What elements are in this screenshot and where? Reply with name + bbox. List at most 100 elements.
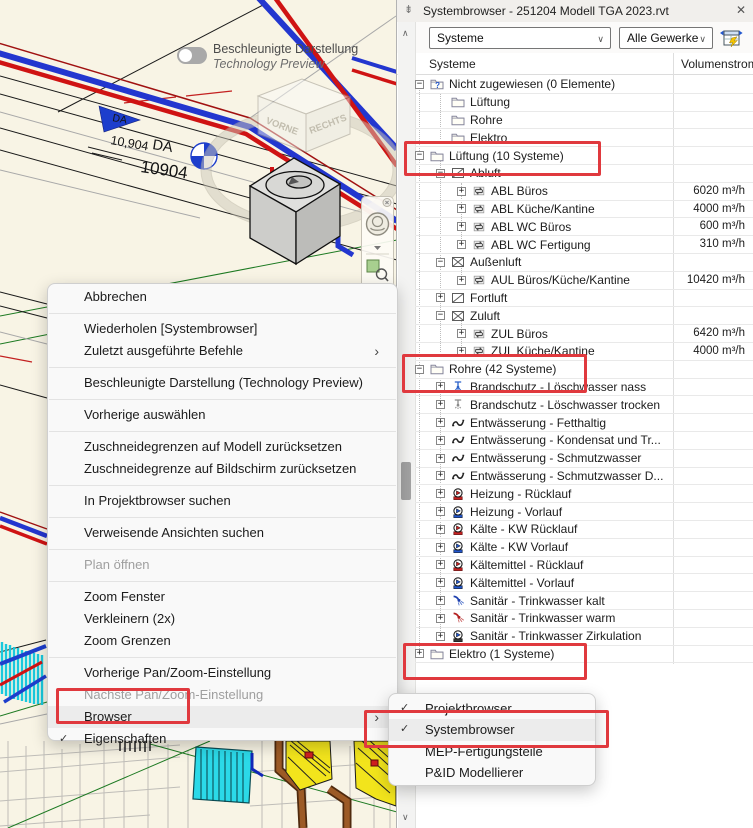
expand-icon[interactable]: + <box>457 204 466 213</box>
expand-icon[interactable]: + <box>436 418 445 427</box>
tree-row-zul-k-che-kantine[interactable]: +ZUL Küche/Kantine4000 m³/h <box>415 343 753 361</box>
menu-item-zoom-grenzen[interactable]: Zoom Grenzen <box>48 630 397 652</box>
accelerated-graphics-toggle[interactable] <box>177 47 207 64</box>
expand-icon[interactable]: + <box>436 489 445 498</box>
tree-row-abl-wc-b-ros[interactable]: +ABL WC Büros600 m³/h <box>415 218 753 236</box>
panel-titlebar[interactable]: ⇟ Systembrowser - 251204 Modell TGA 2023… <box>397 0 753 23</box>
tree-row-entw-sserung-schmutzwasser[interactable]: +Entwässerung - Schmutzwasser <box>415 450 753 468</box>
tree-row-aul-b-ros-k-che-kantine[interactable]: +AUL Büros/Küche/Kantine10420 m³/h <box>415 272 753 290</box>
menu-item-eigenschaften[interactable]: ✓Eigenschaften <box>48 728 397 750</box>
menu-item-verkleinern-2x[interactable]: Verkleinern (2x) <box>48 608 397 630</box>
tree-row-entw-sserung-fetthaltig[interactable]: +Entwässerung - Fetthaltig <box>415 414 753 432</box>
tree-row-entw-sserung-kondensat-und-tr[interactable]: +Entwässerung - Kondensat und Tr... <box>415 432 753 450</box>
collapse-icon[interactable]: − <box>415 365 424 374</box>
expand-icon[interactable]: + <box>436 454 445 463</box>
zoom-region-icon[interactable] <box>367 260 388 281</box>
menu-item-beschleunigte-darstellung-technology-preview[interactable]: Beschleunigte Darstellung (Technology Pr… <box>48 372 397 394</box>
expand-icon[interactable]: + <box>457 187 466 196</box>
expand-icon[interactable]: + <box>436 293 445 302</box>
expand-icon[interactable]: + <box>436 578 445 587</box>
scrollbar-thumb[interactable] <box>401 462 411 500</box>
tree-row-rohre-42-systeme[interactable]: −Rohre (42 Systeme) <box>415 361 753 379</box>
scroll-up-icon[interactable]: ∧ <box>402 28 409 39</box>
menu-item-verweisende-ansichten-suchen[interactable]: Verweisende Ansichten suchen <box>48 522 397 544</box>
menu-item-vorherige-ausw-hlen[interactable]: Vorherige auswählen <box>48 404 397 426</box>
tree-row-heizung-vorlauf[interactable]: +Heizung - Vorlauf <box>415 503 753 521</box>
expand-icon[interactable]: + <box>457 329 466 338</box>
menu-item-zuschneidegrenze-auf-bildschirm-zur-cksetzen[interactable]: Zuschneidegrenze auf Bildschirm zurückse… <box>48 458 397 480</box>
tree-row-k-lte-kw-vorlauf[interactable]: +Kälte - KW Vorlauf <box>415 539 753 557</box>
column-settings-button[interactable] <box>719 27 743 49</box>
tree-row-entw-sserung-schmutzwasser-d[interactable]: +Entwässerung - Schmutzwasser D... <box>415 468 753 486</box>
tree-row-k-ltemittel-r-cklauf[interactable]: +Kältemittel - Rücklauf <box>415 557 753 575</box>
expand-icon[interactable]: + <box>436 543 445 552</box>
collapse-icon[interactable]: − <box>436 169 445 178</box>
expand-icon[interactable]: + <box>436 507 445 516</box>
expand-icon[interactable]: + <box>436 614 445 623</box>
tree-row-abl-k-che-kantine[interactable]: +ABL Küche/Kantine4000 m³/h <box>415 201 753 219</box>
expand-icon[interactable]: + <box>436 560 445 569</box>
tree-row-zuluft[interactable]: −Zuluft <box>415 307 753 325</box>
menu-item-label: Verkleinern (2x) <box>84 611 175 626</box>
collapse-icon[interactable]: − <box>436 311 445 320</box>
discipline-dropdown[interactable]: Alle Gewerke ∨ <box>619 27 713 49</box>
view-type-dropdown[interactable]: Systeme ∨ <box>429 27 611 49</box>
tree-row-nicht-zugewiesen-0-elemente[interactable]: −?Nicht zugewiesen (0 Elemente) <box>415 76 753 94</box>
menu-item-zuschneidegrenzen-auf-modell-zur-cksetzen[interactable]: Zuschneidegrenzen auf Modell zurücksetze… <box>48 436 397 458</box>
tree-row-sanit-r-trinkwasser-warm[interactable]: +Sanitär - Trinkwasser warm <box>415 610 753 628</box>
expand-icon[interactable]: + <box>457 240 466 249</box>
scroll-down-icon[interactable]: ∨ <box>402 812 409 823</box>
expand-icon[interactable]: + <box>436 632 445 641</box>
close-icon[interactable]: ✕ <box>736 3 746 17</box>
menu-item-zoom-fenster[interactable]: Zoom Fenster <box>48 586 397 608</box>
collapse-icon[interactable]: − <box>436 258 445 267</box>
tree-row-sanit-r-trinkwasser-kalt[interactable]: +Sanitär - Trinkwasser kalt <box>415 592 753 610</box>
menu-item-abbrechen[interactable]: Abbrechen <box>48 286 397 308</box>
menu-item-mep-fertigungsteile[interactable]: MEP-Fertigungsteile <box>389 741 595 762</box>
expand-icon[interactable]: + <box>436 436 445 445</box>
menu-item-zuletzt-ausgef-hrte-befehle[interactable]: Zuletzt ausgeführte Befehle› <box>48 340 397 362</box>
menu-item-projektbrowser[interactable]: ✓Projektbrowser <box>389 698 595 719</box>
expand-icon[interactable]: + <box>457 276 466 285</box>
tree-row-elektro-1-systeme[interactable]: +Elektro (1 Systeme) <box>415 646 753 664</box>
tree-row-elektro[interactable]: Elektro <box>415 129 753 147</box>
expand-icon[interactable]: + <box>436 525 445 534</box>
tree-row-l-ftung[interactable]: Lüftung <box>415 94 753 112</box>
navigation-bar[interactable] <box>361 196 394 288</box>
flow-value: 6020 m³/h <box>693 185 745 197</box>
expand-icon[interactable]: + <box>457 222 466 231</box>
navbar-chevron-down-icon[interactable] <box>374 246 381 250</box>
expand-icon[interactable]: + <box>415 649 424 658</box>
collapse-icon[interactable]: − <box>415 151 424 160</box>
expand-icon[interactable]: + <box>436 400 445 409</box>
tree-row-brandschutz-l-schwasser-trocken[interactable]: +Brandschutz - Löschwasser trocken <box>415 396 753 414</box>
menu-item-vorherige-pan-zoom-einstellung[interactable]: Vorherige Pan/Zoom-Einstellung <box>48 662 397 684</box>
menu-item-p-id-modellierer[interactable]: P&ID Modellierer <box>389 762 595 783</box>
tree-row-abl-wc-fertigung[interactable]: +ABL WC Fertigung310 m³/h <box>415 236 753 254</box>
expand-icon[interactable]: + <box>457 347 466 356</box>
collapse-icon[interactable]: − <box>415 80 424 89</box>
menu-item-systembrowser[interactable]: ✓Systembrowser <box>389 719 595 740</box>
expand-icon[interactable]: + <box>436 382 445 391</box>
expand-icon[interactable]: + <box>436 471 445 480</box>
tree-column-header: Systeme Volumenstrom <box>397 53 753 75</box>
expand-icon[interactable]: + <box>436 596 445 605</box>
menu-item-browser[interactable]: Browser› <box>48 706 397 728</box>
tree-row-sanit-r-trinkwasser-zirkulation[interactable]: +Sanitär - Trinkwasser Zirkulation <box>415 628 753 646</box>
tree-row-k-ltemittel-vorlauf[interactable]: +Kältemittel - Vorlauf <box>415 574 753 592</box>
tree-row-heizung-r-cklauf[interactable]: +Heizung - Rücklauf <box>415 485 753 503</box>
tree-row-abl-b-ros[interactable]: +ABL Büros6020 m³/h <box>415 183 753 201</box>
dock-icon[interactable]: ⇟ <box>404 3 413 16</box>
navbar-close-icon[interactable] <box>383 199 391 207</box>
tree-row-brandschutz-l-schwasser-nass[interactable]: +Brandschutz - Löschwasser nass <box>415 379 753 397</box>
tree-row-k-lte-kw-r-cklauf[interactable]: +Kälte - KW Rücklauf <box>415 521 753 539</box>
tree-row-rohre[interactable]: Rohre <box>415 112 753 130</box>
tree-row-zul-b-ros[interactable]: +ZUL Büros6420 m³/h <box>415 325 753 343</box>
tree-row-fortluft[interactable]: +Fortluft <box>415 290 753 308</box>
menu-item-in-projektbrowser-suchen[interactable]: In Projektbrowser suchen <box>48 490 397 512</box>
tree-row-au-enluft[interactable]: −Außenluft <box>415 254 753 272</box>
menu-item-wiederholen-systembrowser[interactable]: Wiederholen [Systembrowser] <box>48 318 397 340</box>
tree-row-abluft[interactable]: −Abluft <box>415 165 753 183</box>
steering-wheel-icon[interactable] <box>367 213 389 235</box>
tree-row-l-ftung-10-systeme[interactable]: −Lüftung (10 Systeme) <box>415 147 753 165</box>
